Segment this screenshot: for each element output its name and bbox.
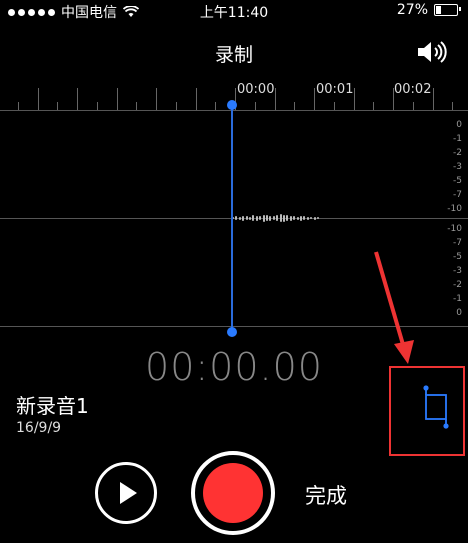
ruler-tick — [274, 88, 276, 110]
waveform-bar — [283, 214, 285, 222]
ruler-tick — [353, 88, 355, 110]
ruler-tick — [314, 88, 315, 110]
playhead[interactable] — [231, 104, 233, 332]
waveform-bar — [269, 215, 272, 221]
waveform-bar — [252, 215, 255, 221]
db-label: -1 — [453, 294, 462, 304]
record-button[interactable] — [191, 451, 275, 535]
waveform-bar — [289, 215, 292, 221]
battery-icon — [434, 4, 461, 16]
db-label: -2 — [453, 280, 462, 290]
done-button[interactable]: 完成 — [305, 480, 347, 510]
db-label: 0 — [456, 120, 462, 130]
waveform-bar — [313, 216, 316, 220]
ruler-tick — [156, 88, 157, 110]
db-label: -10 — [447, 204, 462, 214]
db-label: -3 — [453, 266, 462, 276]
ruler-tick — [373, 102, 375, 110]
waveform-bar — [272, 216, 275, 220]
db-label: -7 — [453, 190, 462, 200]
db-label: -3 — [453, 162, 462, 172]
trim-icon[interactable] — [418, 383, 452, 431]
waveform-bar — [249, 216, 251, 220]
waveform-bar — [310, 217, 313, 219]
waveform-bar — [286, 215, 289, 221]
play-button[interactable] — [95, 462, 157, 524]
ruler-tick — [432, 88, 434, 110]
waveform-bar — [317, 217, 319, 219]
waveform-bar — [296, 216, 299, 220]
waveform-bar — [303, 216, 306, 220]
waveform-bar — [255, 215, 258, 221]
db-label: -1 — [453, 134, 462, 144]
playhead-top-handle[interactable] — [227, 100, 237, 110]
record-icon — [203, 463, 263, 523]
playhead-bottom-handle[interactable] — [227, 327, 237, 337]
battery-percent: 27% — [396, 2, 428, 18]
recording-date: 16/9/9 — [16, 420, 62, 436]
waveform-bar — [300, 215, 302, 221]
waveform-bar — [245, 216, 248, 220]
time-label: 00:00 — [237, 82, 275, 97]
play-icon — [120, 482, 137, 504]
ruler-tick — [175, 102, 177, 110]
db-label: -2 — [453, 148, 462, 158]
waveform-bar — [235, 216, 238, 220]
ruler-tick — [37, 88, 39, 110]
waveform-bar — [262, 214, 265, 222]
waveform — [232, 208, 332, 228]
ruler-tick — [57, 102, 59, 110]
ruler-tick — [17, 102, 19, 110]
highlight-arrow-icon — [374, 251, 414, 364]
time-label: 00:02 — [394, 82, 432, 97]
db-label: -5 — [453, 252, 462, 262]
waveform-bar — [266, 215, 268, 221]
db-label: -5 — [453, 176, 462, 186]
ruler-tick — [412, 102, 414, 110]
db-label: -10 — [447, 224, 462, 234]
recording-name[interactable]: 新录音1 — [16, 390, 89, 419]
db-label: -7 — [453, 238, 462, 248]
waveform-bar — [238, 216, 241, 220]
ruler-tick — [116, 88, 118, 110]
page-title: 录制 — [214, 44, 253, 66]
ruler-tick — [136, 102, 138, 110]
ruler-tick — [452, 102, 454, 110]
waveform-bar — [276, 215, 279, 221]
waveform-bar — [306, 216, 309, 220]
waveform-bar — [259, 216, 262, 220]
time-label: 00:01 — [316, 82, 354, 97]
speaker-icon[interactable] — [416, 38, 450, 66]
status-bar: 中国电信 上午11:40 27% — [0, 0, 468, 22]
status-right: 27% — [396, 2, 461, 18]
ruler-tick — [393, 88, 394, 110]
ruler-tick — [195, 88, 197, 110]
ruler-tick — [96, 102, 98, 110]
ruler-tick — [254, 102, 256, 110]
ruler-tick — [333, 102, 335, 110]
waveform-bar — [279, 214, 282, 222]
waveform-top-border — [0, 110, 468, 111]
db-label: 0 — [456, 308, 462, 318]
ruler-tick — [77, 88, 78, 110]
waveform-bar — [293, 216, 296, 220]
waveform-bar — [242, 215, 245, 221]
ruler-tick — [294, 102, 296, 110]
ruler-tick — [215, 102, 217, 110]
